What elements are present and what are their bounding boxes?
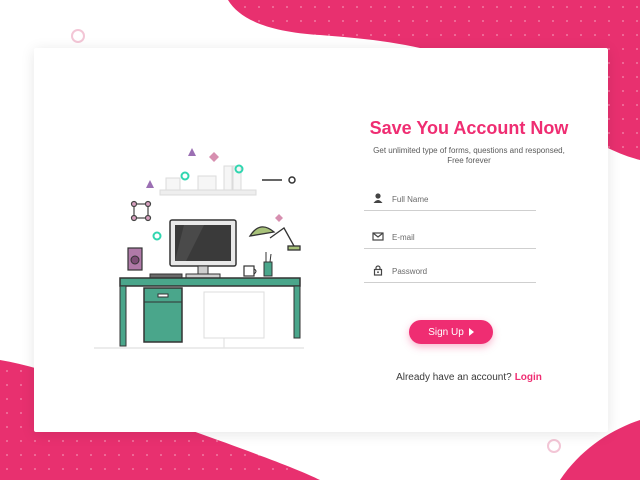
play-arrow-icon <box>468 328 474 336</box>
deco-triangle <box>188 148 196 156</box>
workspace-illustration <box>94 148 304 349</box>
deco-triangle <box>146 180 154 188</box>
login-prompt-text: Already have an account? <box>396 372 512 383</box>
page-title: Save You Account Now <box>369 118 569 138</box>
connector-node-bottom-right <box>547 439 561 453</box>
email-field <box>364 226 536 249</box>
email-input[interactable] <box>390 227 534 247</box>
password-field <box>364 260 536 283</box>
full-name-field <box>364 188 536 211</box>
full-name-input[interactable] <box>390 189 534 209</box>
mug <box>243 265 255 277</box>
pencil-cup <box>263 261 273 277</box>
password-input[interactable] <box>390 261 534 281</box>
deco-nodes <box>130 200 152 222</box>
login-link[interactable]: Login <box>515 372 542 383</box>
deco-diamond <box>275 214 283 222</box>
connector-node-top-left <box>71 29 85 43</box>
user-icon <box>373 193 383 203</box>
signup-card: Save You Account Now Get unlimited type … <box>34 48 608 432</box>
chair <box>203 291 265 348</box>
mail-icon <box>372 232 384 241</box>
login-prompt: Already have an account? Login <box>334 372 604 383</box>
deco-circle <box>180 171 190 181</box>
lock-icon <box>373 265 383 276</box>
sign-up-label: Sign Up <box>428 326 464 338</box>
deco-diamond <box>209 152 219 162</box>
deco-circle <box>152 231 162 241</box>
signup-form: Save You Account Now Get unlimited type … <box>334 48 604 432</box>
desk-top <box>119 277 301 287</box>
sign-up-button[interactable]: Sign Up <box>409 320 493 344</box>
deco-circle <box>288 176 296 184</box>
desk-lamp <box>248 226 301 251</box>
page-subtitle: Get unlimited type of forms, questions a… <box>373 146 565 165</box>
